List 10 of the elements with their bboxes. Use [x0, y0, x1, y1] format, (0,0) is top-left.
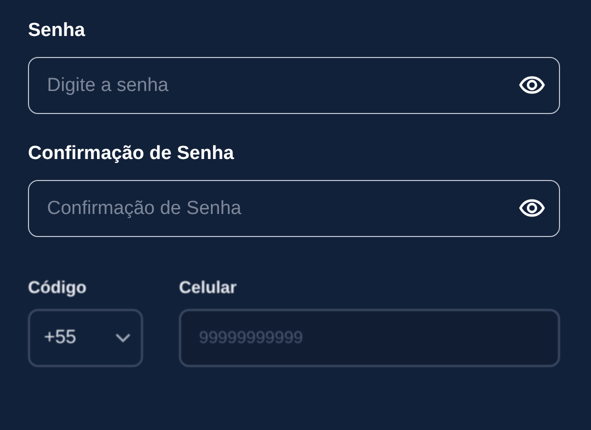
chevron-down-icon — [115, 333, 131, 343]
field-label: Código — [28, 277, 87, 299]
field-label: Senha — [28, 19, 86, 43]
password-field[interactable]: Confirmação de Senha — [28, 180, 560, 237]
password-field[interactable]: Digite a senha — [28, 57, 560, 114]
field-label: Celular — [179, 277, 237, 299]
field-label: Confirmação de Senha — [28, 142, 234, 166]
country-code-select[interactable]: +55 — [28, 309, 143, 367]
eye-icon[interactable] — [519, 199, 545, 217]
eye-icon[interactable] — [519, 76, 545, 94]
